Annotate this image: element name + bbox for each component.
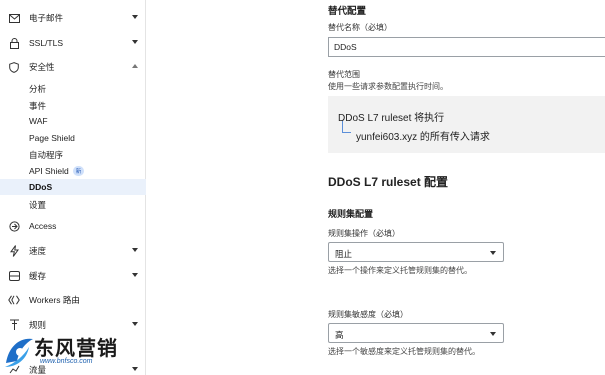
mail-icon xyxy=(8,12,20,24)
override-name-input[interactable]: DDoS xyxy=(328,37,605,57)
chevron-down-icon xyxy=(490,251,496,255)
chevron-down-icon xyxy=(132,273,138,277)
ruleset-config-subtitle: 规则集配置 xyxy=(328,209,374,219)
chevron-down-icon xyxy=(132,15,138,19)
scope-info-box: DDoS L7 ruleset 将执行 yunfei603.xyz 的所有传入请… xyxy=(328,96,605,153)
sidebar-subitem-label: 分析 xyxy=(29,84,47,94)
shield-icon xyxy=(8,61,20,73)
sidebar-subitem-waf[interactable]: WAF xyxy=(0,113,146,129)
workers-icon xyxy=(8,294,20,306)
sidebar-item-label: Access xyxy=(29,221,57,231)
sidebar-subitem-label: 事件 xyxy=(29,101,47,111)
sidebar-item-label: 电子邮件 xyxy=(29,13,64,23)
sidebar-subitem-label: Page Shield xyxy=(29,133,75,143)
sidebar-item-security[interactable]: 安全性 xyxy=(0,58,146,76)
sidebar-subitem-settings[interactable]: 设置 xyxy=(0,196,146,212)
sidebar-subitem-label: 自动程序 xyxy=(29,150,64,160)
ruleset-action-value: 阻止 xyxy=(335,249,353,259)
ruleset-sensitivity-select[interactable]: 高 xyxy=(328,323,504,343)
watermark-text: 东风营销 xyxy=(34,336,118,360)
sidebar-item-label: SSL/TLS xyxy=(29,38,64,48)
override-scope-label: 替代范围 xyxy=(328,70,360,79)
chevron-down-icon xyxy=(132,40,138,44)
ruleset-action-select[interactable]: 阻止 xyxy=(328,242,504,262)
access-icon xyxy=(8,220,20,232)
sidebar-subitem-bots[interactable]: 自动程序 xyxy=(0,146,146,162)
sidebar-subitem-page-shield[interactable]: Page Shield xyxy=(0,130,146,146)
sidebar-item-label: 速度 xyxy=(29,246,47,256)
cache-icon xyxy=(8,270,20,282)
sidebar-subitem-ddos[interactable]: DDoS xyxy=(0,179,146,195)
watermark-logo-icon xyxy=(5,338,33,367)
chevron-up-icon xyxy=(132,64,138,68)
lightning-icon xyxy=(8,245,20,257)
watermark: 东风营销 www.bnfsco.com xyxy=(0,330,146,375)
sidebar-subitem-analytics[interactable]: 分析 xyxy=(0,80,146,96)
sidebar-item-access[interactable]: Access xyxy=(0,217,146,235)
scope-line-ruleset: DDoS L7 ruleset 将执行 xyxy=(338,113,445,124)
scope-line-hostname: yunfei603.xyz 的所有传入请求 xyxy=(356,132,490,143)
sidebar-item-label: 安全性 xyxy=(29,62,55,72)
ruleset-sensitivity-help: 选择一个敏感度来定义托管规则集的替代。 xyxy=(328,347,480,356)
sidebar-subitem-label: 设置 xyxy=(29,200,47,210)
sidebar-subitem-label: DDoS xyxy=(29,182,53,192)
ruleset-config-title: DDoS L7 ruleset 配置 xyxy=(328,175,449,189)
sidebar-item-ssl-tls[interactable]: SSL/TLS xyxy=(0,34,146,52)
sidebar-item-workers-routes[interactable]: Workers 路由 xyxy=(0,291,146,309)
sidebar-item-speed[interactable]: 速度 xyxy=(0,242,146,260)
ruleset-sensitivity-label: 规则集敏感度（必填） xyxy=(328,310,408,319)
override-name-label: 替代名称（必填） xyxy=(328,23,392,32)
ruleset-sensitivity-value: 高 xyxy=(335,330,344,340)
sidebar-subitem-label: API Shield 新 xyxy=(29,166,85,176)
new-badge: 新 xyxy=(72,166,85,176)
sidebar-item-label: 缓存 xyxy=(29,271,47,281)
chevron-down-icon xyxy=(132,248,138,252)
sidebar-subitem-text: API Shield xyxy=(29,166,69,176)
watermark-url: www.bnfsco.com xyxy=(40,358,93,365)
chevron-down-icon xyxy=(490,332,496,336)
section-title: 替代配置 xyxy=(328,6,367,17)
override-scope-help: 使用一些请求参数配置执行时间。 xyxy=(328,82,448,91)
main-content: 替代配置 替代名称（必填） DDoS 替代范围 使用一些请求参数配置执行时间。 … xyxy=(146,0,605,375)
sidebar-item-email[interactable]: 电子邮件 xyxy=(0,9,146,27)
sidebar-item-label: Workers 路由 xyxy=(29,295,80,305)
sidebar-subitem-api-shield[interactable]: API Shield 新 xyxy=(0,163,146,179)
sidebar-subitem-label: WAF xyxy=(29,116,48,126)
elbow-arrow-icon xyxy=(342,121,351,133)
sidebar-subitem-events[interactable]: 事件 xyxy=(0,97,146,113)
ruleset-action-help: 选择一个操作来定义托管规则集的替代。 xyxy=(328,266,472,275)
lock-icon xyxy=(8,37,20,49)
sidebar: 电子邮件 SSL/TLS 安全性 分析 事件 WAF Page Shield 自… xyxy=(0,0,146,375)
chevron-down-icon xyxy=(132,322,138,326)
ruleset-action-label: 规则集操作（必填） xyxy=(328,229,400,238)
sidebar-item-caching[interactable]: 缓存 xyxy=(0,267,146,285)
